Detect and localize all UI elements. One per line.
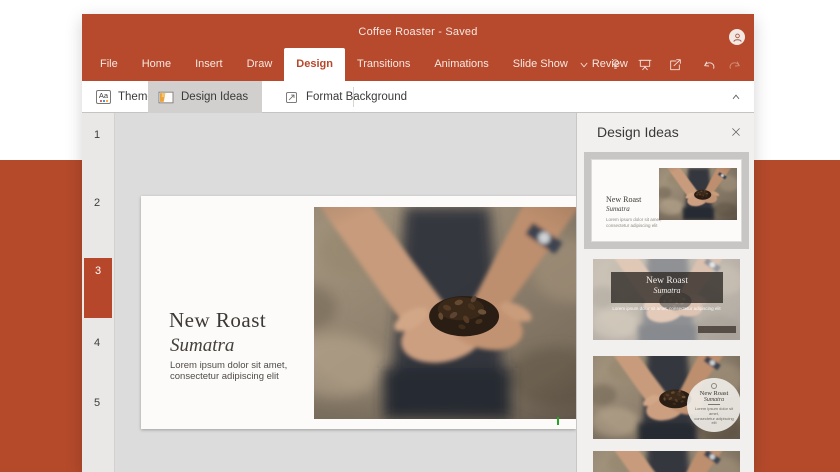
tab-slide-show[interactable]: Slide Show bbox=[501, 48, 580, 81]
powerpoint-window: Coffee Roaster - Saved File Home Insert … bbox=[82, 14, 754, 472]
person-icon bbox=[732, 32, 743, 43]
undo-icon bbox=[701, 57, 717, 73]
thumbnail-photo bbox=[659, 168, 737, 234]
tab-design[interactable]: Design bbox=[284, 48, 345, 81]
ribbon-tabs: File Home Insert Draw Design Transitions… bbox=[82, 48, 754, 81]
chevron-up-icon bbox=[730, 91, 742, 103]
tab-draw[interactable]: Draw bbox=[235, 48, 285, 81]
collapse-ribbon-button[interactable] bbox=[724, 81, 748, 113]
thumbnail-2-caption-box: New Roast Sumatra bbox=[611, 272, 723, 303]
content-area: 1 2 3 4 5 New Roast Sumatra Lorem ipsum … bbox=[82, 113, 754, 472]
redo-button[interactable] bbox=[723, 48, 747, 81]
user-avatar[interactable] bbox=[729, 29, 745, 45]
chevron-down-icon bbox=[578, 59, 590, 71]
smart-guide-marker bbox=[557, 417, 559, 425]
presenter-screen-icon bbox=[637, 57, 653, 73]
format-background-label: Format Background bbox=[306, 91, 407, 103]
more-tabs-button[interactable] bbox=[572, 48, 596, 81]
window-title: Coffee Roaster - Saved bbox=[82, 26, 754, 38]
slide-number-1[interactable]: 1 bbox=[94, 129, 100, 141]
selected-slide-highlight[interactable]: 3 bbox=[84, 258, 112, 318]
tab-file[interactable]: File bbox=[88, 48, 130, 81]
slide-title[interactable]: New Roast bbox=[169, 308, 266, 333]
undo-button[interactable] bbox=[697, 48, 721, 81]
slide-number-4[interactable]: 4 bbox=[94, 337, 100, 349]
slide-number-2[interactable]: 2 bbox=[94, 197, 100, 209]
design-thumbnail-1-preview: New Roast Sumatra Lorem ipsum dolor sit … bbox=[591, 159, 742, 242]
design-ideas-panel: Design Ideas New Roast Sumatra Lorem ips… bbox=[576, 113, 754, 472]
design-ideas-button[interactable]: Design Ideas bbox=[148, 81, 262, 113]
design-thumbnail-1-selected[interactable]: New Roast Sumatra Lorem ipsum dolor sit … bbox=[584, 152, 749, 249]
design-thumbnail-2[interactable]: New Roast Sumatra Lorem ipsum dolor sit … bbox=[593, 259, 740, 340]
tab-insert[interactable]: Insert bbox=[183, 48, 235, 81]
present-button[interactable] bbox=[633, 48, 657, 81]
slide-strip: 1 2 3 4 5 bbox=[82, 113, 114, 472]
slide-body-text[interactable]: Lorem ipsum dolor sit amet, consectetur … bbox=[170, 361, 287, 382]
close-icon bbox=[730, 126, 742, 138]
ribbon-toolbar: Aa Themes Design Ideas Format Background bbox=[82, 81, 754, 113]
tab-home[interactable]: Home bbox=[130, 48, 183, 81]
slide-canvas: New Roast Sumatra Lorem ipsum dolor sit … bbox=[114, 113, 576, 472]
close-panel-button[interactable] bbox=[728, 124, 744, 140]
thumbnail-3-caption-circle: New Roast Sumatra Lorem ipsum dolor sit … bbox=[687, 378, 740, 432]
redo-icon bbox=[727, 57, 743, 73]
thumbnail-2-footer-block bbox=[698, 326, 736, 333]
slide-number-3[interactable]: 3 bbox=[95, 265, 101, 277]
design-thumbnail-3[interactable]: New Roast Sumatra Lorem ipsum dolor sit … bbox=[593, 356, 740, 439]
design-ideas-icon bbox=[158, 91, 174, 104]
format-background-button[interactable]: Format Background bbox=[274, 81, 417, 113]
tab-animations[interactable]: Animations bbox=[422, 48, 500, 81]
share-icon bbox=[667, 57, 683, 73]
share-button[interactable] bbox=[663, 48, 687, 81]
slide-subtitle[interactable]: Sumatra bbox=[170, 335, 234, 357]
lightbulb-icon bbox=[608, 57, 623, 72]
logo-ring-icon bbox=[711, 383, 717, 389]
slide[interactable]: New Roast Sumatra Lorem ipsum dolor sit … bbox=[141, 196, 576, 429]
design-ideas-label: Design Ideas bbox=[181, 91, 248, 103]
design-ideas-panel-title: Design Ideas bbox=[597, 124, 679, 140]
slide-number-5[interactable]: 5 bbox=[94, 397, 100, 409]
tab-transitions[interactable]: Transitions bbox=[345, 48, 422, 81]
title-bar: Coffee Roaster - Saved bbox=[82, 14, 754, 48]
format-background-icon bbox=[284, 90, 299, 105]
themes-icon: Aa bbox=[96, 90, 111, 104]
design-thumbnail-4[interactable] bbox=[593, 451, 740, 472]
coffee-beans-photo[interactable] bbox=[314, 207, 576, 419]
tell-me-button[interactable] bbox=[603, 48, 627, 81]
